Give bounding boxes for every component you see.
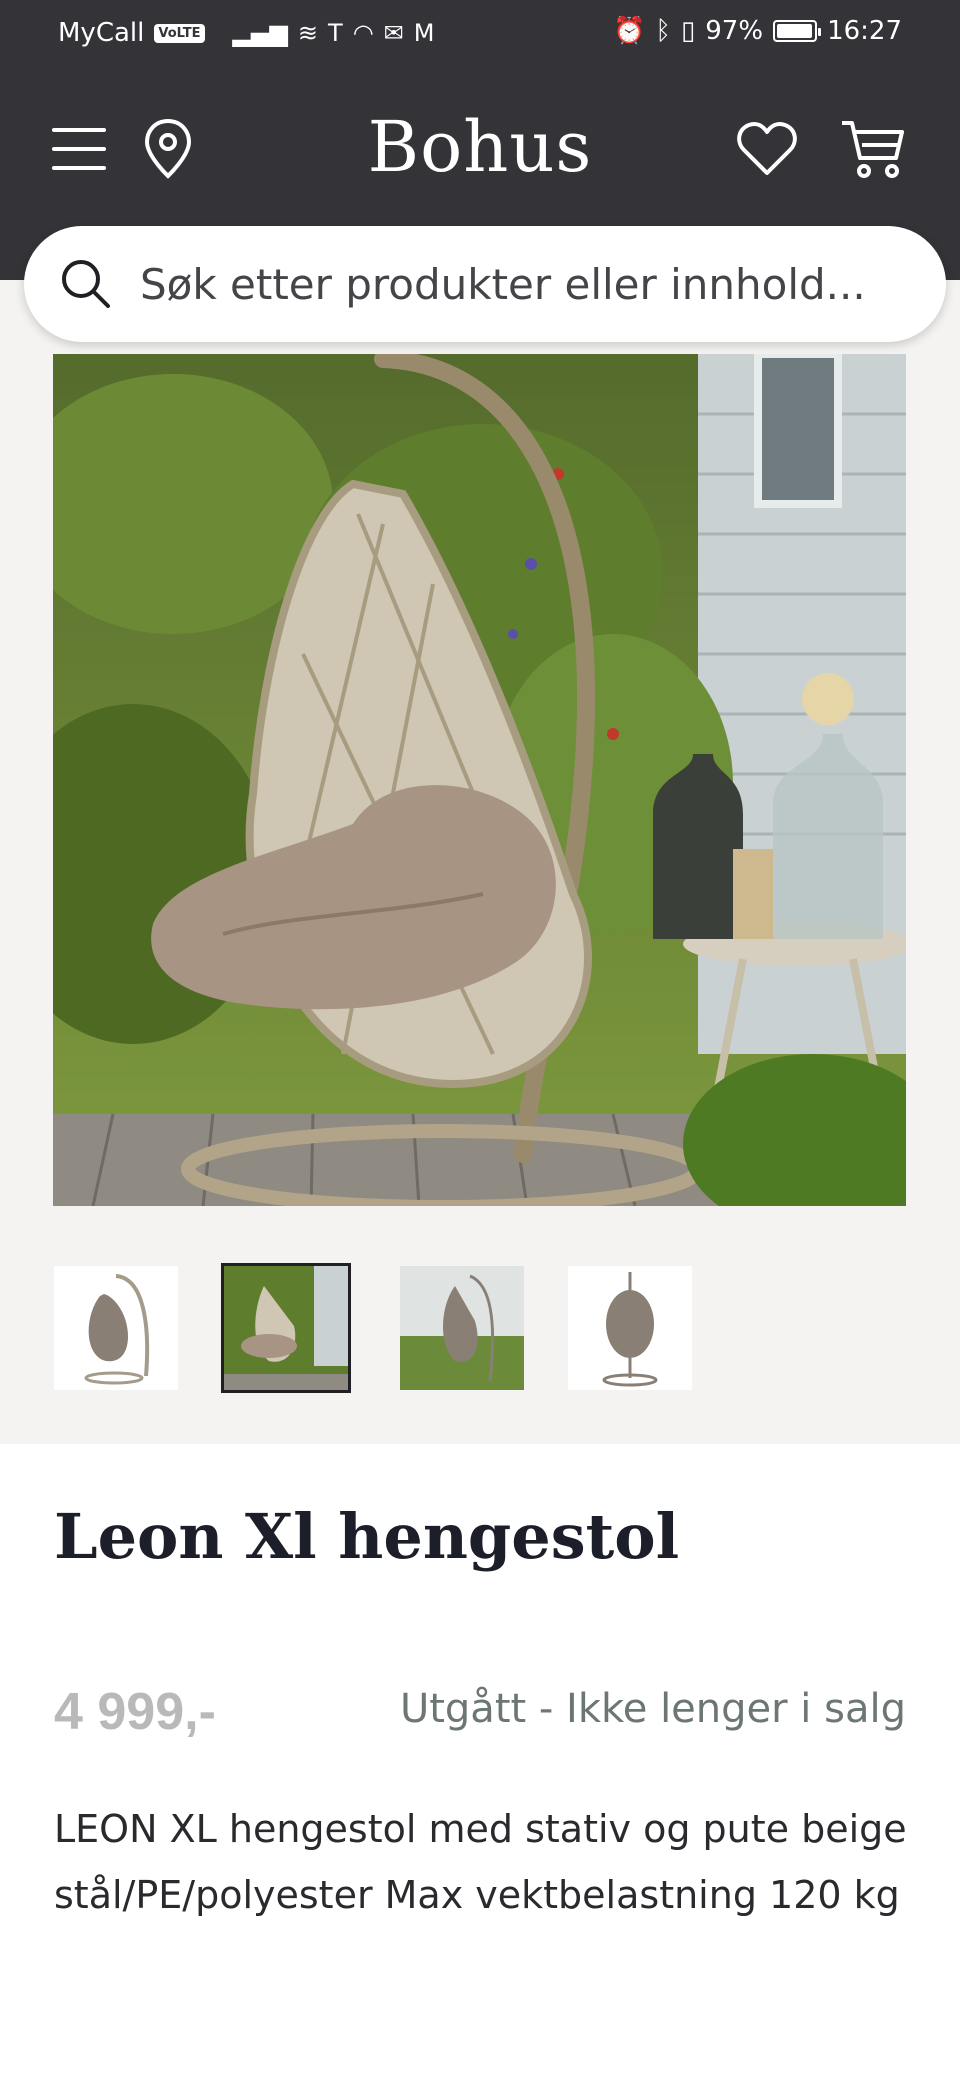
- thumbnail-2[interactable]: [221, 1263, 351, 1393]
- clock: 16:27: [827, 16, 902, 46]
- search-bar[interactable]: [24, 226, 946, 342]
- availability-status: Utgått - Ikke lenger i salg: [399, 1686, 906, 1732]
- thumbnail-strip: [54, 1263, 694, 1393]
- chair-front-thumbnail: [568, 1266, 692, 1390]
- thumbnail-4[interactable]: [568, 1266, 692, 1390]
- battery-level: [777, 24, 812, 38]
- wifi-icon: ≋: [297, 19, 319, 47]
- product-title: Leon Xl hengestol: [54, 1500, 680, 1573]
- carrier-label: MyCall: [58, 18, 145, 48]
- menu-icon[interactable]: [52, 128, 106, 170]
- main-product-image[interactable]: [53, 354, 906, 1206]
- hanging-chair-garden-photo: [53, 354, 906, 1206]
- bluetooth-icon: ᛒ: [655, 16, 671, 46]
- bohus-logo[interactable]: Bohus: [280, 106, 680, 188]
- thumbnail-1[interactable]: [54, 1266, 178, 1390]
- status-bar-right: ⏰ ᛒ ▯ 97% 16:27: [613, 16, 902, 46]
- chair-garden-thumbnail: [224, 1266, 348, 1390]
- status-bar: MyCall VoLTE ▂▄▆ ≋ T ◠ ✉ M ⏰ ᛒ ▯ 97% 16:…: [0, 0, 960, 66]
- mail-icon: ✉: [383, 19, 404, 47]
- cart-icon[interactable]: [840, 118, 906, 180]
- wifi-hotspot-icon: ◠: [352, 19, 374, 47]
- gmail-icon: M: [413, 19, 435, 47]
- chair-house-thumbnail: [400, 1266, 524, 1390]
- volte-badge: VoLTE: [154, 23, 205, 43]
- battery-percent: 97%: [705, 16, 764, 46]
- status-icons: ▂▄▆ ≋ T ◠ ✉ M: [233, 19, 435, 47]
- status-bar-left: MyCall VoLTE ▂▄▆ ≋ T ◠ ✉ M: [58, 18, 434, 48]
- thumbnail-3[interactable]: [400, 1266, 524, 1390]
- search-input[interactable]: [140, 254, 920, 314]
- heart-icon[interactable]: [736, 120, 798, 178]
- vibrate-icon: ▯: [680, 16, 696, 46]
- tesla-icon: T: [328, 19, 343, 47]
- product-price: 4 999,-: [54, 1683, 216, 1741]
- search-icon[interactable]: [58, 256, 114, 312]
- signal-icon: ▂▄▆: [232, 19, 288, 47]
- product-description: LEON XL hengestol med stativ og pute bei…: [54, 1807, 907, 1917]
- alarm-icon: ⏰: [612, 16, 646, 46]
- chair-product-thumbnail: [54, 1266, 178, 1390]
- battery-icon: [773, 20, 822, 42]
- location-pin-icon[interactable]: [142, 118, 194, 180]
